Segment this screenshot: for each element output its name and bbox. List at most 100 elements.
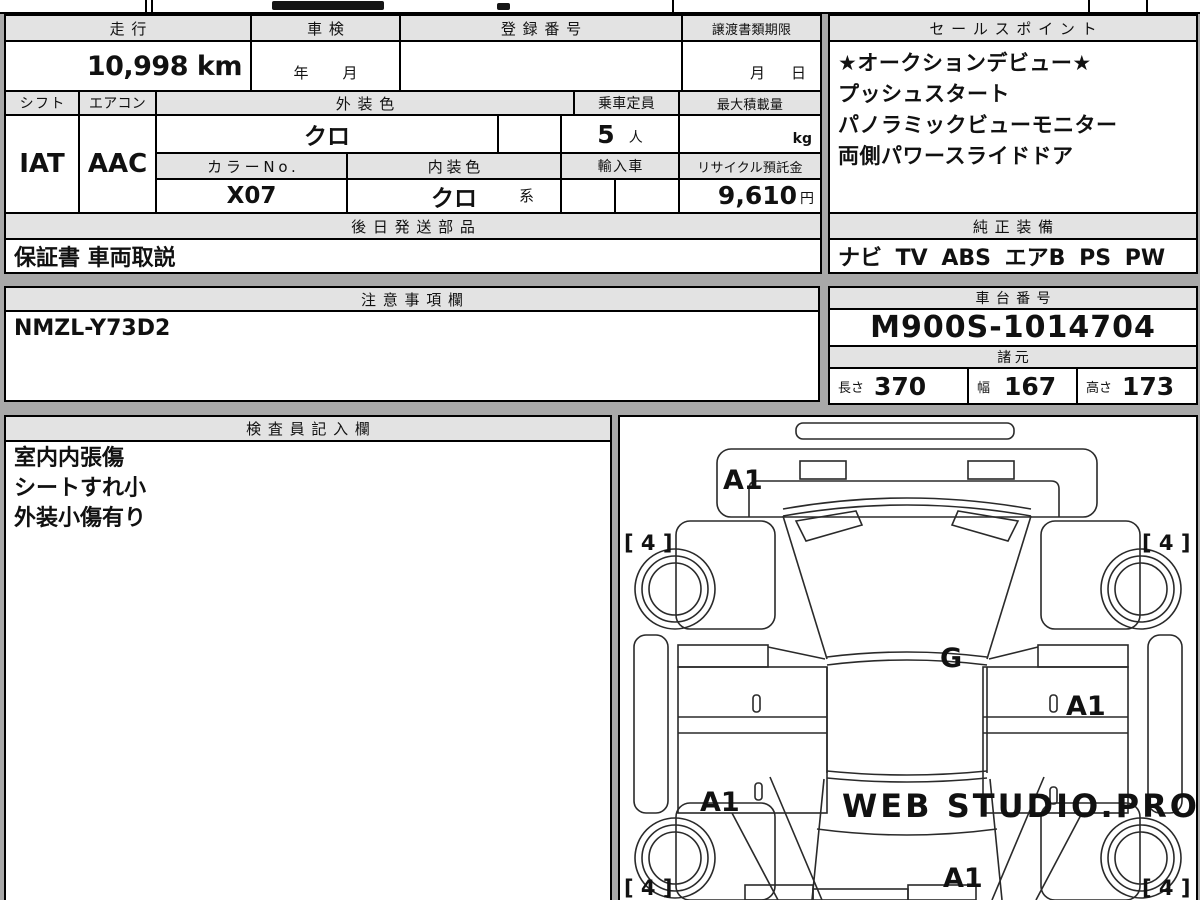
capacity-unit: 人 <box>628 130 643 146</box>
shaken-header-label: 車検 <box>307 19 351 38</box>
registration-value-cell <box>399 40 683 92</box>
notes-value: NMZL-Y73D2 <box>14 316 171 341</box>
max-load-header-label: 最大積載量 <box>716 97 784 113</box>
spec-length-value: 370 <box>874 371 927 401</box>
transfer-month-label: 月 <box>749 64 765 82</box>
equipment-header: 純正装備 <box>828 212 1198 240</box>
car-outline <box>633 422 1183 900</box>
max-load-header: 最大積載量 <box>678 90 822 116</box>
auction-sheet: 走行 車検 登録番号 譲渡書類期限 10,998 km 年月 月日 シフト エア… <box>0 0 1200 900</box>
left-door-crease <box>678 716 827 734</box>
later-parts-value: 保証書 車両取説 <box>14 246 176 271</box>
sales-points-header: セールスポイント <box>828 14 1198 42</box>
aircon-value-cell: AAC <box>78 114 157 214</box>
interior-color-suffix: 系 <box>518 187 534 205</box>
spec-height-label: 高さ <box>1086 380 1113 396</box>
color-no-header: カラーNo. <box>155 152 348 180</box>
watermark: WEB STUDIO.PRO <box>842 787 1196 825</box>
sales-point-item: プッシュスタート <box>838 82 1010 106</box>
right-pillar-line <box>988 646 1039 660</box>
exterior-color-value-cell: クロ <box>155 114 499 154</box>
registration-header-label: 登録番号 <box>500 19 588 38</box>
interior-color-header-label: 内装色 <box>427 157 484 176</box>
tread-label-front-right: [ 4 ] <box>1142 531 1190 555</box>
front-grille-strip <box>795 422 1015 440</box>
spec-length-cell: 長さ 370 <box>828 367 969 405</box>
left-door-top <box>677 644 769 668</box>
damage-label-a1-rear: A1 <box>943 863 983 894</box>
exterior-color-header: 外装色 <box>155 90 575 116</box>
sales-point-item: 両側パワースライドドア <box>838 144 1074 168</box>
specs-header: 諸元 <box>828 345 1198 369</box>
interior-color-value: クロ <box>431 186 477 212</box>
damage-diagram-panel: WEB STUDIO.PRO A1 [ 4 ] [ 4 ] G A1 A1 A1… <box>618 415 1198 900</box>
roof-front-arc2 <box>826 659 988 666</box>
left-sill <box>633 634 669 814</box>
tread-label-front-left: [ 4 ] <box>624 531 672 555</box>
equipment-header-label: 純正装備 <box>972 217 1060 236</box>
rear-quarter-left <box>769 776 823 900</box>
color-no-value-cell: X07 <box>155 178 348 214</box>
interior-color-header: 内装色 <box>346 152 562 180</box>
shaken-value-cell: 年月 <box>250 40 401 92</box>
inspector-note: 室内内張傷 <box>14 446 125 471</box>
clipped-text-fragment <box>272 1 384 10</box>
damage-label-a1-right: A1 <box>1066 691 1106 722</box>
mileage-value: 10,998 km <box>86 50 243 82</box>
damage-label-a1-left: A1 <box>700 787 740 818</box>
registration-header: 登録番号 <box>399 14 683 42</box>
roof-rear-arc <box>826 770 988 776</box>
sales-points-header-label: セールスポイント <box>929 19 1104 38</box>
later-parts-header: 後日発送部品 <box>4 212 822 240</box>
inspector-note: 外装小傷有り <box>14 506 147 531</box>
equipment-value-cell: ナビ TV ABS エアB PS PW <box>828 238 1198 274</box>
divider <box>1088 0 1090 12</box>
recycle-deposit-value: 9,610 <box>717 181 797 210</box>
shift-header: シフト <box>4 90 80 116</box>
recycle-deposit-value-cell: 9,610 円 <box>678 178 822 214</box>
door-handle <box>752 694 761 713</box>
notes-header-label: 注意事項欄 <box>360 290 470 309</box>
rear-window-arc <box>816 828 998 836</box>
mileage-value-cell: 10,998 km <box>4 40 252 92</box>
interior-color-value-cell: クロ 系 <box>346 178 562 214</box>
front-left-fender <box>675 520 776 630</box>
recycle-deposit-header-label: リサイクル預託金 <box>697 160 803 176</box>
hood-edge <box>748 480 1060 517</box>
divider <box>151 0 153 12</box>
spec-height-cell: 高さ 173 <box>1076 367 1198 405</box>
spec-length-label: 長さ <box>838 380 865 396</box>
car-top-view-diagram: WEB STUDIO.PRO A1 [ 4 ] [ 4 ] G A1 A1 A1… <box>624 422 1197 900</box>
capacity-value: 5 <box>597 120 615 149</box>
import-header: 輸入車 <box>560 152 680 180</box>
mileage-header-label: 走行 <box>109 19 154 38</box>
chassis-value-cell: M900S-1014704 <box>828 308 1198 347</box>
damage-label-a1-front: A1 <box>723 465 763 496</box>
front-bumper <box>716 448 1098 518</box>
shaken-month-label: 月 <box>342 64 358 82</box>
inspector-header: 検査員記入欄 <box>4 415 612 442</box>
recycle-deposit-header: リサイクル預託金 <box>678 152 822 180</box>
front-left-wheel <box>634 548 716 630</box>
inspector-note: シートすれ小 <box>14 476 147 501</box>
door-handle <box>754 782 763 801</box>
rear-bumper-bar <box>812 888 909 900</box>
exterior-color-header-label: 外装色 <box>335 94 401 113</box>
rear-quarter-right2 <box>1035 812 1083 900</box>
spec-height-value: 173 <box>1122 371 1175 401</box>
clipped-top-row <box>0 0 1200 14</box>
right-door-top <box>1037 644 1129 668</box>
later-parts-value-cell: 保証書 車両取説 <box>4 238 822 274</box>
damage-label-g: G <box>940 643 962 674</box>
sales-point-item: パノラミックビューモニター <box>838 113 1118 137</box>
capacity-header: 乗車定員 <box>573 90 680 116</box>
shift-header-label: シフト <box>19 96 66 112</box>
equipment-value: ナビ TV ABS エアB PS PW <box>838 246 1166 271</box>
spec-width-value: 167 <box>1004 371 1057 401</box>
front-right-fender <box>1040 520 1141 630</box>
sales-point-item: ★オークションデビュー★ <box>838 51 1092 75</box>
transfer-day-label: 日 <box>790 64 806 82</box>
aircon-header-label: エアコン <box>88 96 147 112</box>
divider <box>672 0 674 12</box>
inspector-body: 室内内張傷 シートすれ小 外装小傷有り <box>4 440 612 900</box>
